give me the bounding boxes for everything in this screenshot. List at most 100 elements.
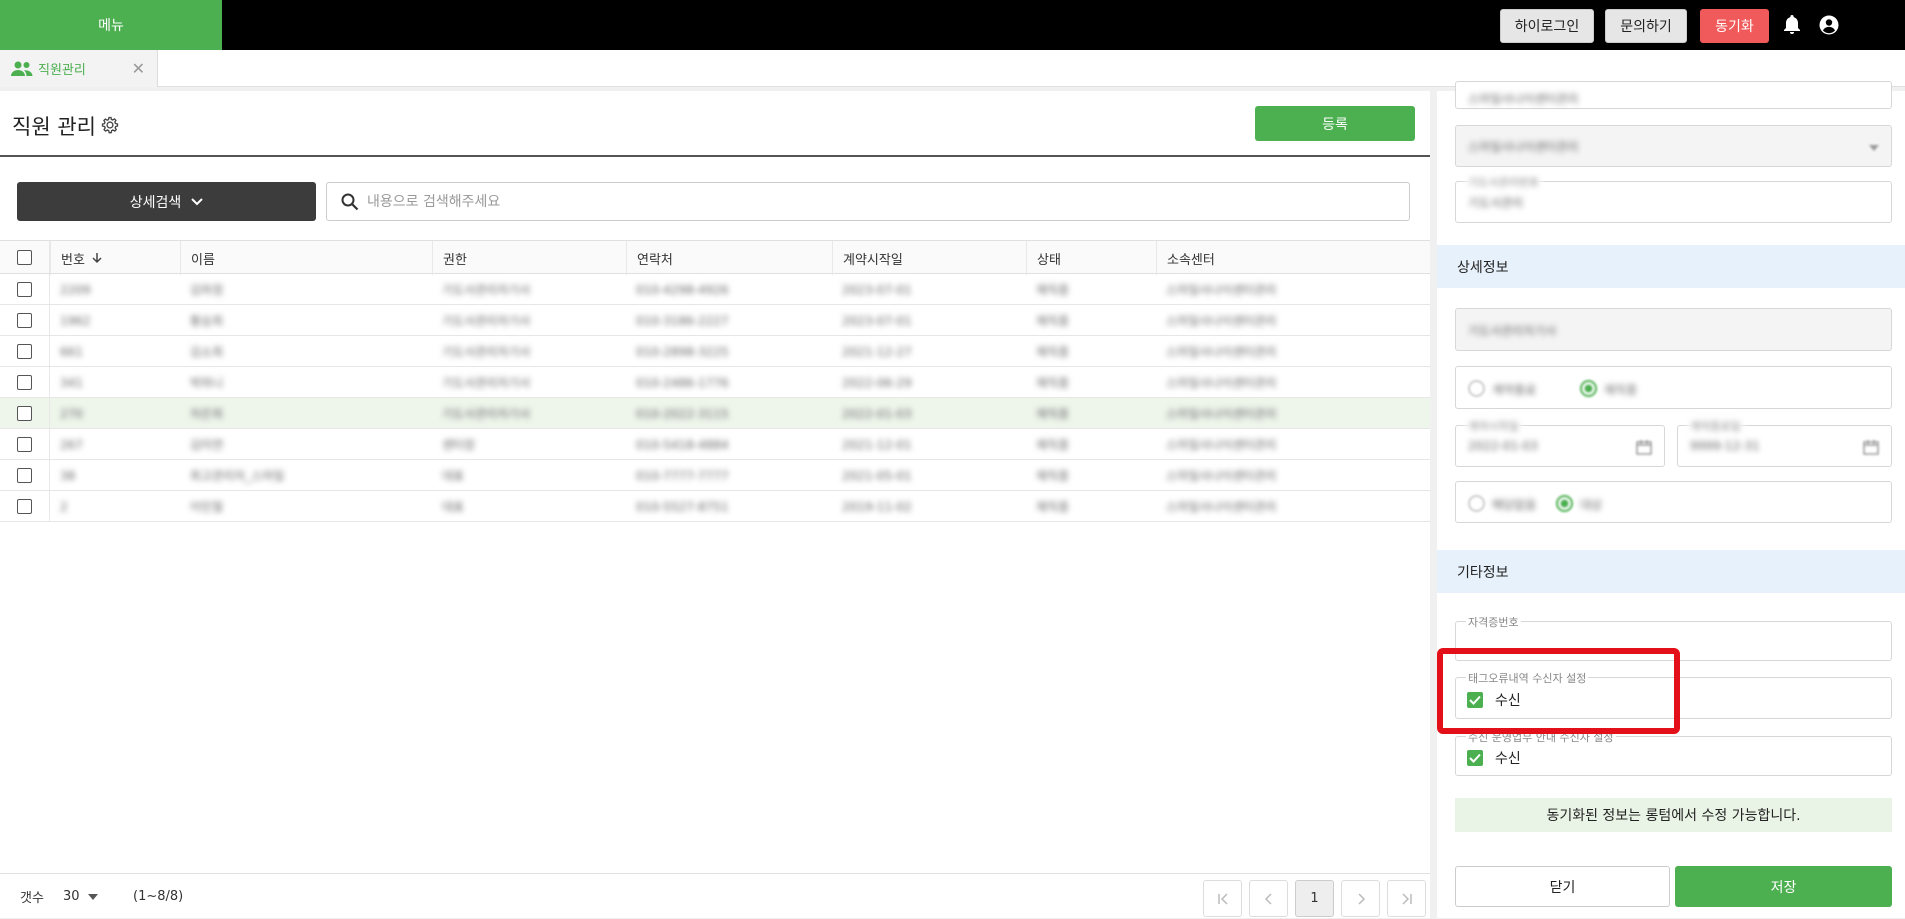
inquiry-button[interactable]: 문의하기	[1605, 9, 1687, 43]
cell-value: 010-7777-7777	[636, 468, 729, 483]
calendar-icon[interactable]	[1863, 439, 1879, 455]
page-size-select[interactable]: 30	[63, 874, 98, 919]
table-cell: 2022-01-03	[832, 398, 912, 429]
cell-value: 010-4298-4926	[636, 282, 729, 297]
first-page-button[interactable]	[1203, 880, 1242, 917]
table-row[interactable]: 661 김소희 기도사관리자기사 010-2898-3225 2021-12-27 재직중…	[0, 336, 1430, 367]
save-button[interactable]: 저장	[1675, 866, 1892, 907]
blurred-field[interactable]: 기도사관리번호 기도사관리	[1455, 174, 1892, 223]
blurred-value: 기도사관리자기사	[1468, 324, 1557, 338]
table-row[interactable]: 2209 김하정 기도사관리자기사 010-4298-4926 2023-07-01 재직…	[0, 274, 1430, 305]
blurred-field[interactable]: 스마일사나이센터관리	[1455, 81, 1892, 109]
table-cell: 2021-05-01	[832, 460, 912, 491]
row-checkbox[interactable]	[17, 467, 32, 483]
table-cell: 기도사관리자기사	[432, 305, 530, 336]
row-checkbox[interactable]	[17, 343, 32, 359]
search-input[interactable]	[367, 193, 1367, 210]
menu-button[interactable]: 메뉴	[0, 0, 222, 50]
column-header[interactable]: 연락처	[626, 241, 832, 275]
table-cell: 스마일사나이센터관리	[1156, 398, 1276, 429]
user-account-icon[interactable]	[1817, 13, 1841, 37]
cell-value: 스마일사나이센터관리	[1166, 283, 1277, 297]
bell-icon[interactable]	[1780, 13, 1804, 37]
cell-value: 267	[60, 437, 83, 452]
notice-recipient-field[interactable]: 수신 운영업무 안내 수신자 설정 수신	[1455, 729, 1892, 776]
search-box[interactable]	[326, 182, 1410, 221]
cell-value: 재직중	[1036, 407, 1070, 421]
table-row[interactable]: 341 박하니 기도사관리자기사 010-2486-1776 2022-06-29 재직중…	[0, 367, 1430, 398]
prev-page-button[interactable]	[1249, 880, 1288, 917]
table-cell: 재직중	[1026, 274, 1069, 305]
column-header-label: 번호	[61, 252, 85, 268]
column-header[interactable]: 상태	[1026, 241, 1156, 275]
row-checkbox[interactable]	[17, 312, 32, 328]
table-row[interactable]: 38 최고관리자_스마일 대표 010-7777-7777 2021-05-01 재직중 스…	[0, 460, 1430, 491]
blurred-value: 재직중	[1604, 383, 1638, 397]
table-cell: 스마일사나이센터관리	[1156, 460, 1276, 491]
table-row[interactable]: 1962 황승희 기도사관리자기사 010-3186-2227 2023-07-01 재직…	[0, 305, 1430, 336]
gear-icon[interactable]	[100, 115, 120, 135]
row-checkbox[interactable]	[17, 405, 32, 421]
blurred-select[interactable]: 기도사관리자기사	[1455, 308, 1892, 351]
register-button[interactable]: 등록	[1255, 106, 1415, 141]
column-header[interactable]: 이름	[180, 241, 432, 275]
cell-value: 010-2898-3225	[636, 344, 729, 359]
column-header-label: 권한	[443, 252, 467, 268]
column-header[interactable]: 계약시작일	[832, 241, 1026, 275]
radio-button-selected[interactable]	[1580, 380, 1597, 397]
next-page-button[interactable]	[1341, 880, 1380, 917]
column-header[interactable]: 권한	[432, 241, 626, 275]
table-cell: 재직중	[1026, 398, 1069, 429]
table-cell: 스마일사나이센터관리	[1156, 367, 1276, 398]
table-row[interactable]: 270 차은희 기도사관리자기사 010-2022-3115 2022-01-03 재직중…	[0, 398, 1430, 429]
detail-search-button[interactable]: 상세검색	[17, 182, 316, 221]
table-row[interactable]: 267 김미연 센터장 010-5418-4884 2021-12-01 재직중 스마일사나…	[0, 429, 1430, 460]
sync-info-note: 동기화된 정보는 롱텀에서 수정 가능합니다.	[1455, 798, 1892, 832]
last-page-button[interactable]	[1387, 880, 1426, 917]
row-checkbox[interactable]	[17, 436, 32, 452]
row-checkbox[interactable]	[17, 281, 32, 297]
sort-arrow-down-icon[interactable]	[91, 252, 103, 264]
hilogin-button[interactable]: 하이로그인	[1500, 9, 1594, 43]
table-cell: 010-5527-8751	[626, 491, 729, 522]
blurred-radio-group[interactable]: 계약종료 재직중	[1455, 366, 1892, 409]
cell-value: 스마일사나이센터관리	[1166, 500, 1277, 514]
table-cell: 김미연	[180, 429, 223, 460]
row-checkbox[interactable]	[17, 498, 32, 514]
radio-button[interactable]	[1468, 380, 1485, 397]
table-cell: 기도사관리자기사	[432, 398, 530, 429]
notice-receive-checkbox[interactable]: 수신	[1467, 748, 1521, 768]
table-cell: 기도사관리자기사	[432, 367, 530, 398]
radio-button[interactable]	[1468, 495, 1485, 512]
close-icon[interactable]: ✕	[132, 59, 145, 78]
cell-value: 2209	[60, 282, 91, 297]
blurred-radio-group[interactable]: 해당없음 대상	[1455, 481, 1892, 523]
page-size-value: 30	[63, 889, 80, 904]
cell-value: 재직중	[1036, 438, 1070, 452]
cell-value: 재직중	[1036, 283, 1070, 297]
table-cell: 38	[50, 460, 75, 491]
first-page-icon	[1217, 892, 1228, 905]
row-checkbox[interactable]	[17, 374, 32, 390]
table-cell: 기도사관리자기사	[432, 274, 530, 305]
calendar-icon[interactable]	[1636, 439, 1652, 455]
last-page-icon	[1401, 892, 1412, 905]
blurred-select[interactable]: 스마일사나이센터관리	[1455, 125, 1892, 167]
chevron-left-icon	[1264, 892, 1272, 905]
column-header[interactable]: 소속센터	[1156, 241, 1396, 275]
detail-panel: 스마일사나이센터관리 스마일사나이센터관리 기도사관리번호 기도사관리 상세정보…	[1437, 81, 1905, 918]
table-row[interactable]: 2 이민철 대표 010-5527-8751 2019-11-02 재직중 스마일사나이센터…	[0, 491, 1430, 522]
page-1-button[interactable]: 1	[1295, 880, 1334, 917]
table-cell: 황승희	[180, 305, 223, 336]
radio-button-selected[interactable]	[1556, 495, 1573, 512]
tab-staff-management[interactable]: 직원관리 ✕	[0, 50, 158, 87]
select-all-checkbox[interactable]	[17, 249, 32, 265]
blurred-date-field[interactable]: 계약종료일 9999-12-31	[1677, 418, 1892, 467]
column-header[interactable]: 번호	[50, 241, 180, 275]
close-button[interactable]: 닫기	[1455, 866, 1670, 907]
blurred-date-field[interactable]: 계약시작일 2022-01-03	[1455, 418, 1665, 467]
sync-button[interactable]: 동기화	[1700, 9, 1769, 43]
cell-value: 박하니	[190, 376, 224, 390]
table-cell: 김하정	[180, 274, 223, 305]
table-cell: 2023-07-01	[832, 274, 912, 305]
